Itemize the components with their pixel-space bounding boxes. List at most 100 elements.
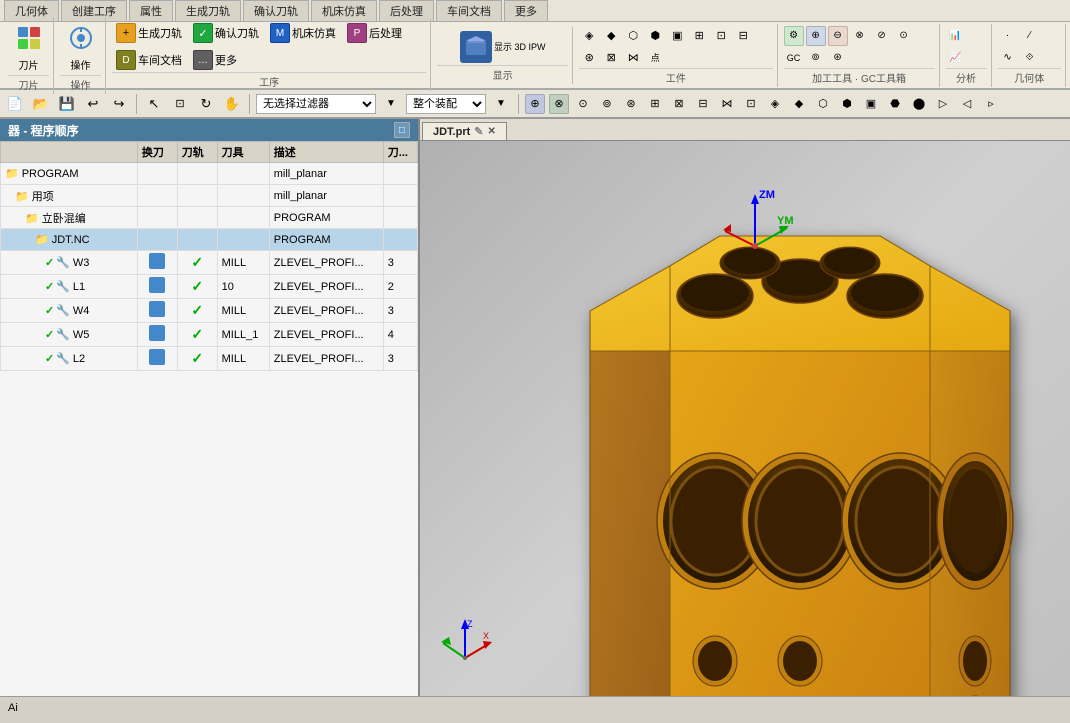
btn-snap17[interactable]: ⬤ <box>909 94 929 114</box>
btn-snap19[interactable]: ◁ <box>957 94 977 114</box>
btn-line[interactable]: ∕ <box>1020 26 1040 46</box>
btn-wp10[interactable]: ⊠ <box>601 48 621 68</box>
btn-workshop-doc[interactable]: D 车间文档 <box>112 48 186 72</box>
table-row[interactable]: 📁用项mill_planar <box>1 185 418 207</box>
operations-table: 换刀 刀轨 刀具 描述 刀... 📁PROGRAMmill_planar📁用项m… <box>0 141 418 371</box>
btn-snap6[interactable]: ⊞ <box>645 94 665 114</box>
table-row[interactable]: 📁立卧混编PROGRAM <box>1 207 418 229</box>
tab-close-btn[interactable]: ✕ <box>488 126 496 137</box>
tab-postprocess[interactable]: 后处理 <box>379 0 434 21</box>
btn-snap8[interactable]: ⊟ <box>693 94 713 114</box>
btn-snap14[interactable]: ⬢ <box>837 94 857 114</box>
btn-wp12[interactable]: 点 <box>645 48 665 68</box>
ribbon-content: 刀片 刀片 操作 <box>0 22 1070 90</box>
viewport-content[interactable]: ZM YM Z <box>420 141 1070 696</box>
btn-create-process[interactable]: + 生成刀轨 <box>112 21 186 45</box>
btn-analysis1[interactable]: 📊 <box>946 26 966 46</box>
btn-operation[interactable]: 操作 <box>60 19 102 75</box>
btn-wp2[interactable]: ◆ <box>601 26 621 46</box>
tab-more[interactable]: 更多 <box>504 0 548 21</box>
filter-dropdown[interactable]: ▼ <box>380 93 402 115</box>
table-row[interactable]: ✓🔧L1✓10ZLEVEL_PROFI...2 <box>1 275 418 299</box>
btn-snap3[interactable]: ⊙ <box>573 94 593 114</box>
btn-snap9[interactable]: ⋈ <box>717 94 737 114</box>
btn-wp5[interactable]: ▣ <box>667 26 687 46</box>
btn-redo[interactable]: ↪ <box>108 93 130 115</box>
btn-snap2[interactable]: ⊗ <box>549 94 569 114</box>
btn-mt8[interactable]: ⊚ <box>806 48 826 68</box>
btn-postprocess[interactable]: P 后处理 <box>343 21 406 45</box>
btn-mt7[interactable]: GC <box>784 48 804 68</box>
btn-wp6[interactable]: ⊞ <box>689 26 709 46</box>
filter-select[interactable]: 无选择过滤器 <box>256 94 376 114</box>
svg-text:X: X <box>483 631 489 641</box>
status-bar: Ai <box>0 696 1070 718</box>
btn-snap10[interactable]: ⊡ <box>741 94 761 114</box>
tab-machine-sim[interactable]: 机床仿真 <box>311 0 377 21</box>
table-row[interactable]: 📁JDT.NCPROGRAM <box>1 229 418 251</box>
sep2 <box>249 94 250 114</box>
btn-select[interactable]: ↖ <box>143 93 165 115</box>
table-row[interactable]: ✓🔧W5✓MILL_1ZLEVEL_PROFI...4 <box>1 323 418 347</box>
table-row[interactable]: 📁PROGRAMmill_planar <box>1 163 418 185</box>
btn-mt2[interactable]: ⊕ <box>806 26 826 46</box>
tab-generate-path[interactable]: 生成刀轨 <box>175 0 241 21</box>
btn-mt5[interactable]: ⊘ <box>872 26 892 46</box>
btn-snap16[interactable]: ⬣ <box>885 94 905 114</box>
viewport-tab-jdt[interactable]: JDT.prt ✎ ✕ <box>422 122 507 140</box>
btn-snap4[interactable]: ⊚ <box>597 94 617 114</box>
btn-wp8[interactable]: ⊟ <box>733 26 753 46</box>
btn-zoom-fit[interactable]: ⊡ <box>169 93 191 115</box>
btn-undo[interactable]: ↩ <box>82 93 104 115</box>
btn-analysis2[interactable]: 📈 <box>946 48 966 68</box>
btn-wp7[interactable]: ⊡ <box>711 26 731 46</box>
panel-maximize-btn[interactable]: □ <box>394 122 410 138</box>
tab-shop-doc[interactable]: 车间文档 <box>436 0 502 21</box>
btn-mt9[interactable]: ⊛ <box>828 48 848 68</box>
btn-curve[interactable]: ∿ <box>998 48 1018 68</box>
btn-confirm-process[interactable]: ✓ 确认刀轨 <box>189 21 263 45</box>
btn-mt6[interactable]: ⊙ <box>894 26 914 46</box>
toolbar-row2: 📄 📂 💾 ↩ ↪ ↖ ⊡ ↻ ✋ 无选择过滤器 ▼ 整个装配 ▼ ⊕ ⊗ ⊙ … <box>0 90 1070 118</box>
table-row[interactable]: ✓🔧L2✓MILLZLEVEL_PROFI...3 <box>1 347 418 371</box>
btn-open[interactable]: 📂 <box>30 93 52 115</box>
table-row[interactable]: ✓🔧W4✓MILLZLEVEL_PROFI...3 <box>1 299 418 323</box>
btn-snap20[interactable]: ▹ <box>981 94 1001 114</box>
tab-verify-path[interactable]: 确认刀轨 <box>243 0 309 21</box>
btn-point[interactable]: · <box>998 26 1018 46</box>
btn-save[interactable]: 💾 <box>56 93 78 115</box>
btn-extract[interactable]: ⟐ <box>1020 48 1040 68</box>
btn-snap12[interactable]: ◆ <box>789 94 809 114</box>
btn-snap13[interactable]: ⬡ <box>813 94 833 114</box>
btn-snap15[interactable]: ▣ <box>861 94 881 114</box>
status-text: Ai <box>8 702 18 714</box>
btn-rotate[interactable]: ↻ <box>195 93 217 115</box>
btn-mt1[interactable]: ⚙ <box>784 26 804 46</box>
assembly-select[interactable]: 整个装配 <box>406 94 486 114</box>
btn-snap18[interactable]: ▷ <box>933 94 953 114</box>
assembly-dropdown[interactable]: ▼ <box>490 93 512 115</box>
btn-geometry[interactable]: 刀片 <box>8 19 50 75</box>
btn-mt4[interactable]: ⊗ <box>850 26 870 46</box>
btn-snap5[interactable]: ⊛ <box>621 94 641 114</box>
table-row[interactable]: ✓🔧W3✓MILLZLEVEL_PROFI...3 <box>1 251 418 275</box>
btn-snap1[interactable]: ⊕ <box>525 94 545 114</box>
btn-wp1[interactable]: ◈ <box>579 26 599 46</box>
tab-properties[interactable]: 属性 <box>129 0 173 21</box>
btn-new[interactable]: 📄 <box>4 93 26 115</box>
create-icon: + <box>116 23 136 43</box>
btn-wp3[interactable]: ⬡ <box>623 26 643 46</box>
btn-machine-sim[interactable]: M 机床仿真 <box>266 21 340 45</box>
btn-pan[interactable]: ✋ <box>221 93 243 115</box>
machine-icon: M <box>270 23 290 43</box>
btn-mt3[interactable]: ⊖ <box>828 26 848 46</box>
more-icon: … <box>193 50 213 70</box>
btn-more[interactable]: … 更多 <box>189 48 241 72</box>
btn-wp9[interactable]: ⊛ <box>579 48 599 68</box>
btn-snap7[interactable]: ⊠ <box>669 94 689 114</box>
btn-snap11[interactable]: ◈ <box>765 94 785 114</box>
viewport: JDT.prt ✎ ✕ <box>420 119 1070 696</box>
btn-wp11[interactable]: ⋈ <box>623 48 643 68</box>
btn-wp4[interactable]: ⬢ <box>645 26 665 46</box>
btn-display-3d-ipw[interactable]: 显示 3D IPW <box>456 29 550 65</box>
